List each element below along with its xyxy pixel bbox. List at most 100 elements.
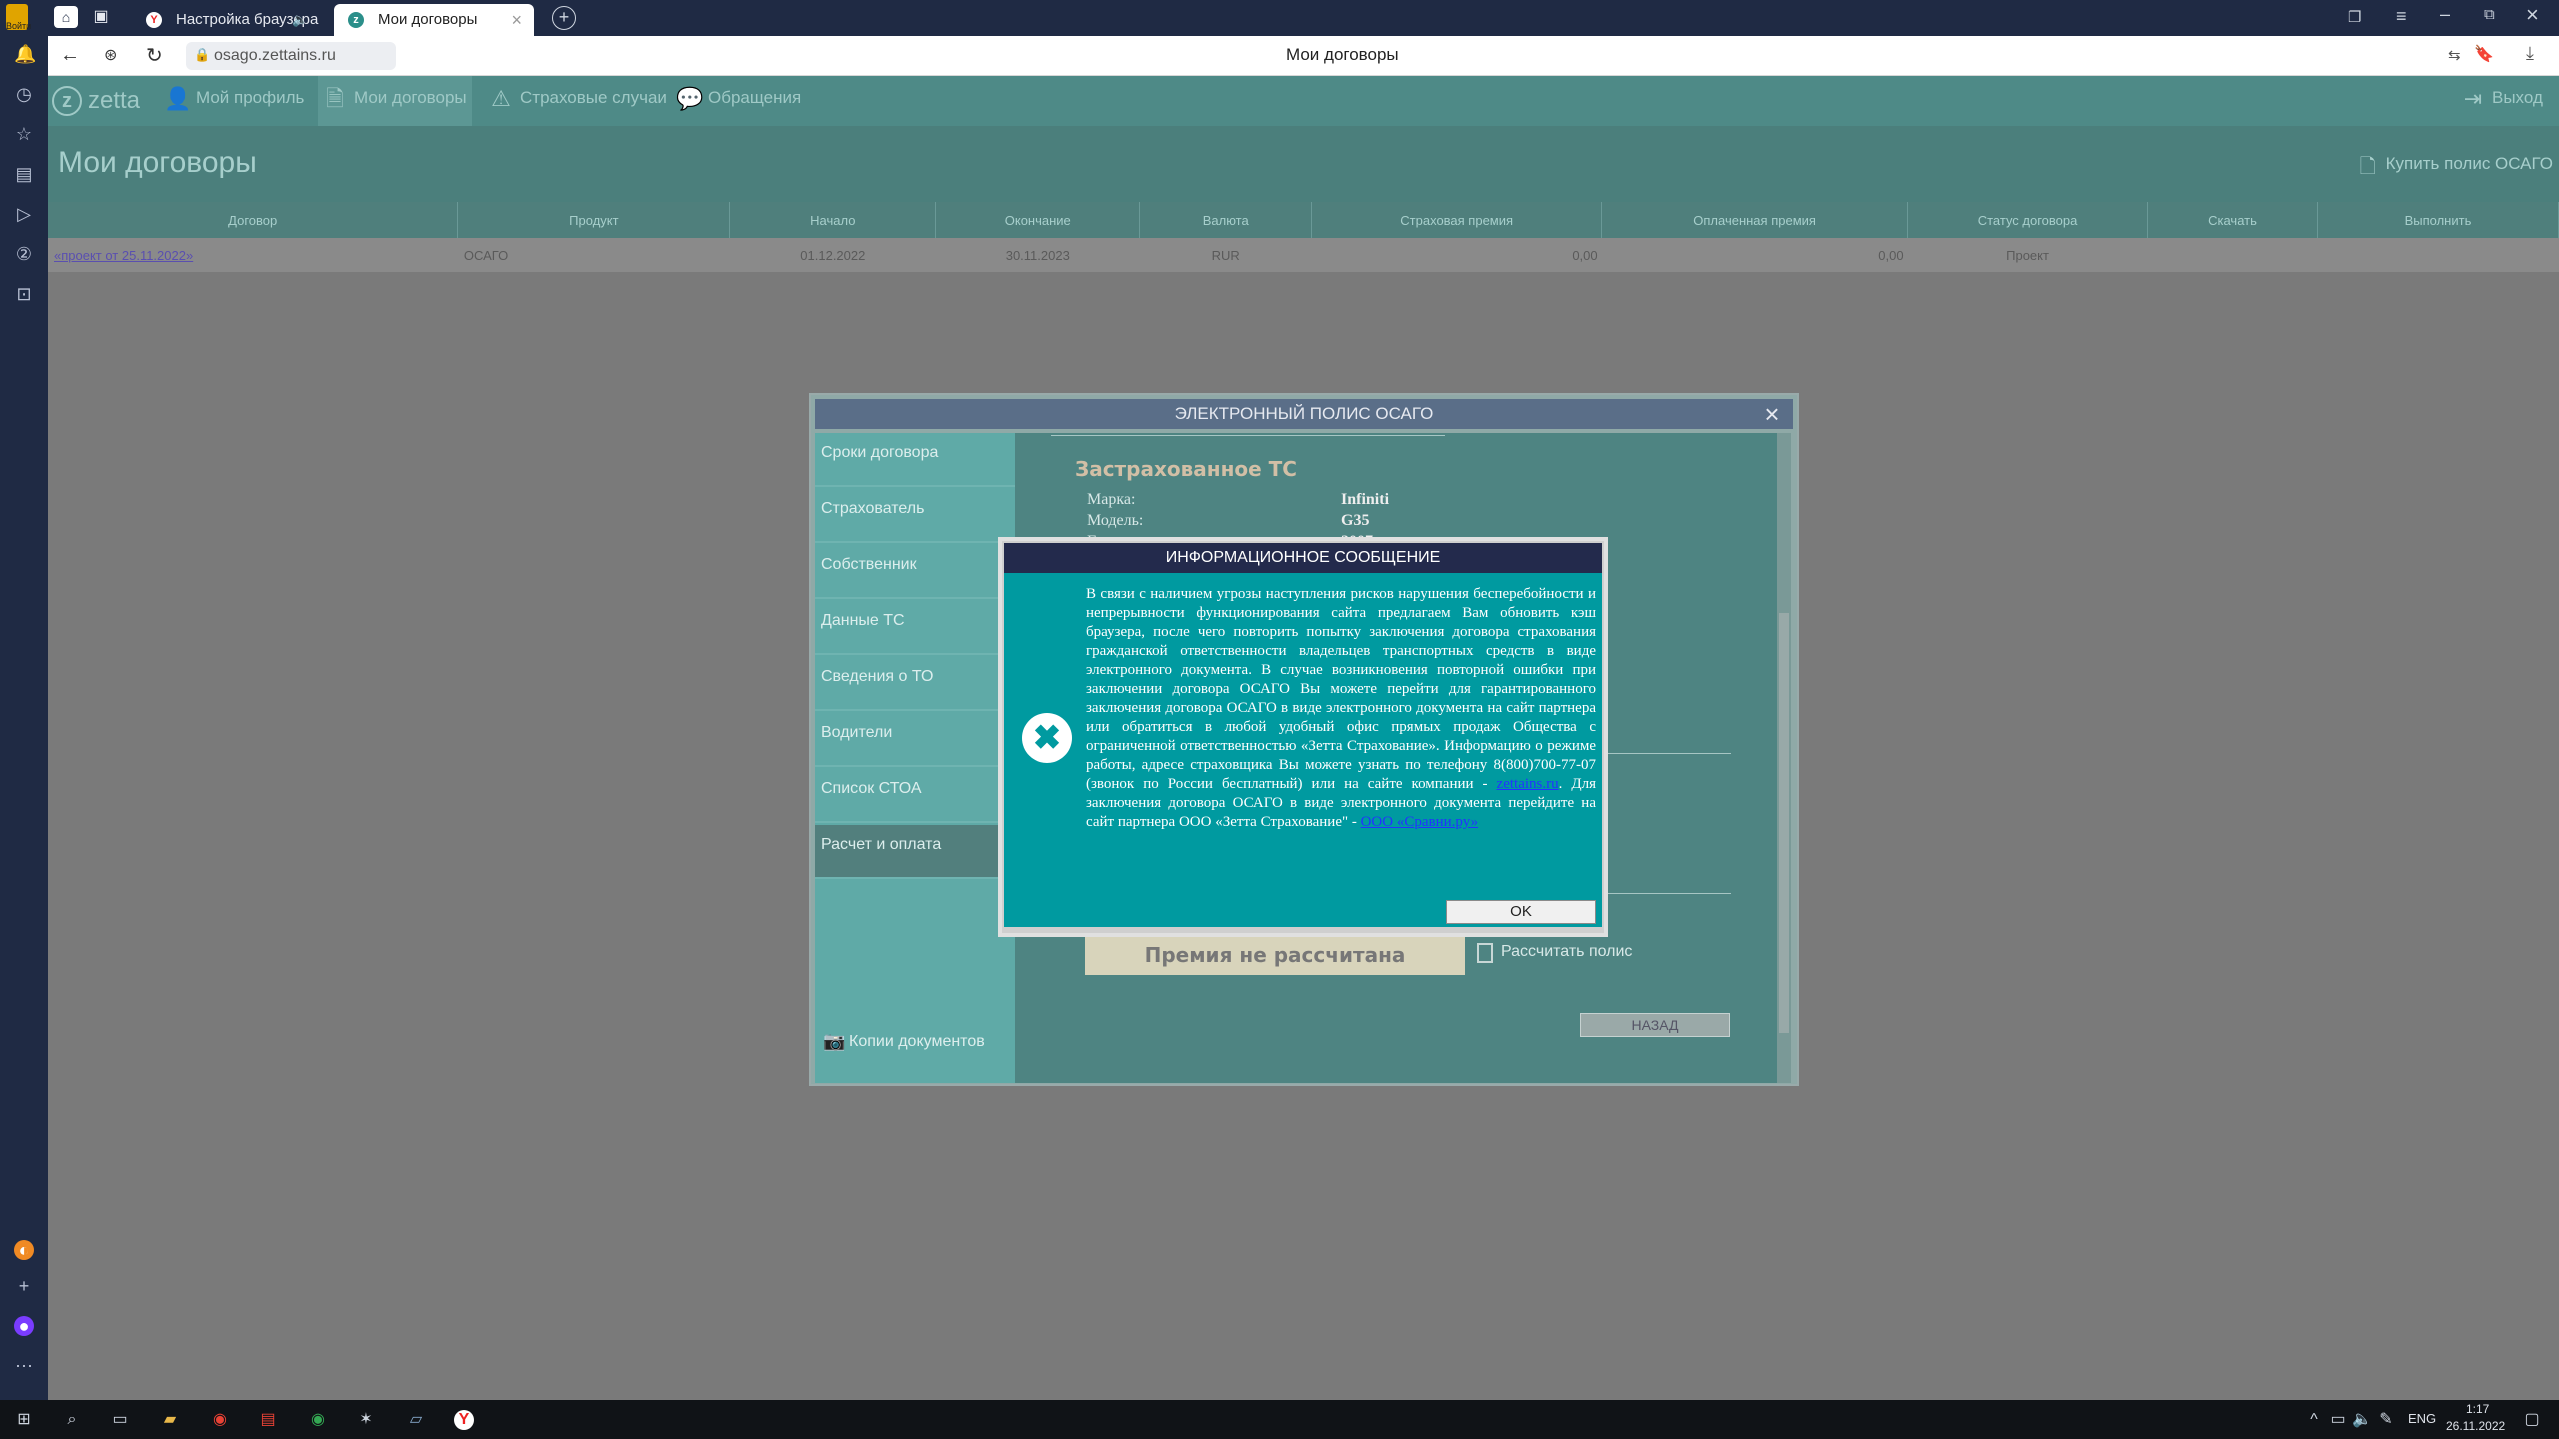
tab-group-icon[interactable]: ▣ bbox=[90, 6, 112, 28]
protect-icon[interactable]: ⊛ bbox=[104, 45, 117, 65]
minimize-icon[interactable]: – bbox=[2440, 4, 2450, 25]
close-window-icon[interactable]: × bbox=[2526, 2, 2539, 28]
table-cell: 30.11.2023 bbox=[935, 238, 1140, 272]
table-cell: Проект bbox=[1907, 238, 2148, 272]
side-tab-drivers[interactable]: Водители bbox=[815, 713, 1015, 767]
new-tab-button[interactable]: + bbox=[552, 6, 576, 30]
table-cell: 01.12.2022 bbox=[729, 238, 936, 272]
tab-title: Мои договоры bbox=[378, 11, 478, 28]
pen-icon[interactable]: ✎ bbox=[2376, 1410, 2396, 1430]
tab-my-contracts[interactable]: z Мои договоры × bbox=[334, 4, 534, 36]
table-cell bbox=[2317, 238, 2559, 272]
nav-my-contracts[interactable]: 🗎 Мои договоры bbox=[318, 76, 472, 126]
bookmark-icon[interactable]: 🔖 bbox=[2474, 44, 2494, 64]
user-icon: 👤 bbox=[164, 86, 192, 111]
side-tab-service-stations[interactable]: Список СТОА bbox=[815, 769, 1015, 823]
add-document-icon: 🗋 bbox=[2359, 156, 2376, 178]
clock-date[interactable]: 26.11.2022 bbox=[2446, 1419, 2505, 1433]
screenshot-icon[interactable]: ⊡ bbox=[14, 284, 34, 304]
notifications-icon[interactable]: ▢ bbox=[2522, 1410, 2542, 1430]
column-header: Выполнить bbox=[2317, 202, 2559, 238]
file-explorer-icon[interactable]: ▰ bbox=[160, 1410, 180, 1430]
side-tab-vehicle-data[interactable]: Данные ТС bbox=[815, 601, 1015, 655]
nav-my-profile[interactable]: 👤 Мой профиль bbox=[160, 76, 304, 126]
contract-link[interactable]: «проект от 25.11.2022» bbox=[48, 238, 458, 272]
tab-browser-settings[interactable]: Y Настройка браузера 🔈 bbox=[132, 4, 332, 36]
logout-link[interactable]: ⇥ Выход bbox=[2456, 76, 2543, 126]
history-icon[interactable]: ◷ bbox=[14, 84, 34, 104]
calc-label: Рассчитать полис bbox=[1501, 943, 1633, 960]
home-icon[interactable]: ⌂ bbox=[54, 6, 78, 28]
nav-label: Мой профиль bbox=[196, 88, 305, 107]
star-icon[interactable]: ☆ bbox=[14, 124, 34, 144]
sravni-link[interactable]: ООО «Сравни.ру» bbox=[1361, 814, 1478, 830]
add-panel-icon[interactable]: + bbox=[14, 1276, 34, 1296]
speaker-icon[interactable]: 🔈 bbox=[292, 4, 308, 36]
column-header: Скачать bbox=[2147, 202, 2318, 238]
table-cell bbox=[2147, 238, 2318, 272]
close-icon[interactable]: × bbox=[1757, 399, 1787, 429]
reload-icon[interactable]: ↻ bbox=[146, 43, 163, 68]
bell-icon[interactable]: 🔔 bbox=[14, 44, 36, 64]
chrome-alt-icon[interactable]: ◉ bbox=[308, 1410, 328, 1430]
field-label: Марка: bbox=[1087, 491, 1136, 508]
field-value: G35 bbox=[1341, 512, 1370, 529]
scrollbar-thumb[interactable] bbox=[1779, 613, 1789, 1033]
clock-time[interactable]: 1:17 bbox=[2466, 1402, 2489, 1416]
side-tab-payment[interactable]: Расчет и оплата bbox=[815, 825, 1015, 879]
buy-osago-link[interactable]: 🗋 Купить полис ОСАГО bbox=[2356, 154, 2553, 178]
assistant-icon[interactable]: ● bbox=[14, 1316, 34, 1336]
play-icon[interactable]: ▷ bbox=[14, 204, 34, 224]
app-icon[interactable]: ✶ bbox=[356, 1410, 376, 1430]
nav-label: Страховые случаи bbox=[520, 88, 667, 107]
policy-scrollbar[interactable] bbox=[1777, 433, 1791, 1083]
column-header: Страховая премия bbox=[1311, 202, 1603, 238]
buy-link-label: Купить полис ОСАГО bbox=[2385, 154, 2553, 173]
yandex-browser-icon[interactable]: Y bbox=[454, 1410, 474, 1430]
back-icon[interactable]: ← bbox=[60, 44, 80, 67]
nav-requests[interactable]: 💬 Обращения bbox=[672, 76, 801, 126]
document-icon: 🗎 bbox=[326, 86, 344, 111]
search-icon[interactable]: ⌕ bbox=[62, 1410, 82, 1430]
ok-button[interactable]: OK bbox=[1446, 900, 1596, 924]
column-header: Начало bbox=[729, 202, 937, 238]
windows-start-icon[interactable]: ⊞ bbox=[14, 1410, 34, 1430]
document-app-icon[interactable]: ▤ bbox=[258, 1410, 278, 1430]
yandex-icon: Y bbox=[146, 12, 162, 28]
profile-icon[interactable]: Войти bbox=[6, 4, 31, 31]
zetta-logo[interactable]: z zetta bbox=[52, 84, 140, 118]
tabs-icon[interactable]: ❐ bbox=[2348, 8, 2361, 26]
side-tab-contract-terms[interactable]: Сроки договора bbox=[815, 433, 1015, 487]
network-icon[interactable]: ▭ bbox=[2328, 1410, 2348, 1430]
close-tab-icon[interactable]: × bbox=[511, 4, 522, 36]
language-indicator[interactable]: ENG bbox=[2408, 1411, 2436, 1426]
divider bbox=[1051, 435, 1445, 436]
translate-icon[interactable]: ⇆ bbox=[2448, 46, 2461, 64]
back-button[interactable]: НАЗАД bbox=[1580, 1013, 1730, 1037]
zettains-link[interactable]: zettains.ru bbox=[1497, 776, 1559, 792]
alice-icon[interactable]: ◐ bbox=[14, 1240, 34, 1260]
chrome-icon[interactable]: ◉ bbox=[210, 1410, 230, 1430]
url-field[interactable]: 🔒 osago.zettains.ru bbox=[186, 42, 396, 70]
info-dialog: ИНФОРМАЦИОННОЕ СООБЩЕНИЕ ✖ В связи с нал… bbox=[998, 537, 1608, 937]
table-cell: ОСАГО bbox=[457, 238, 730, 272]
side-tab-policyholder[interactable]: Страхователь bbox=[815, 489, 1015, 543]
more-icon[interactable]: ⋯ bbox=[14, 1356, 34, 1376]
column-header: Валюта bbox=[1139, 202, 1313, 238]
restore-icon[interactable]: ⧉ bbox=[2484, 6, 2495, 23]
side-tab-owner[interactable]: Собственник bbox=[815, 545, 1015, 599]
nav-insurance-cases[interactable]: ⚠ Страховые случаи bbox=[484, 76, 667, 126]
side-tab-inspection[interactable]: Сведения о ТО bbox=[815, 657, 1015, 711]
counter-icon[interactable]: ② bbox=[14, 244, 34, 264]
collections-icon[interactable]: ▤ bbox=[14, 164, 34, 184]
taskbar: ⊞ ⌕ ▭ ▰ ◉ ▤ ◉ ✶ ▱ Y ^ ▭ 🔈 ✎ ENG 1:17 26.… bbox=[0, 1400, 2559, 1439]
copies-button[interactable]: 📷 Копии документов bbox=[823, 1031, 985, 1051]
volume-icon[interactable]: 🔈 bbox=[2352, 1410, 2372, 1430]
download-icon[interactable]: ⤓ bbox=[2526, 43, 2534, 64]
table-cell: RUR bbox=[1139, 238, 1312, 272]
task-view-icon[interactable]: ▭ bbox=[110, 1410, 130, 1430]
menu-icon[interactable]: ≡ bbox=[2396, 6, 2407, 27]
calculate-policy-button[interactable]: Рассчитать полис bbox=[1477, 943, 1633, 963]
chevron-up-icon[interactable]: ^ bbox=[2304, 1410, 2324, 1430]
notepad-icon[interactable]: ▱ bbox=[406, 1410, 426, 1430]
